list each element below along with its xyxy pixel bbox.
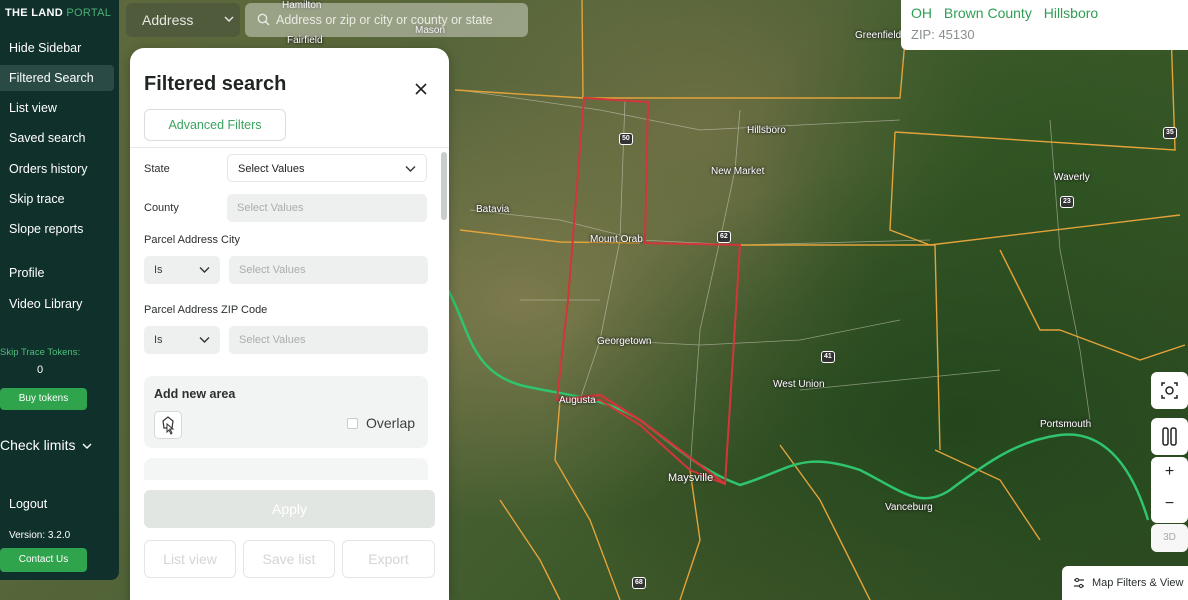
city-operator-select[interactable]: Is bbox=[144, 256, 220, 284]
buy-tokens-button[interactable]: Buy tokens bbox=[0, 388, 87, 410]
map-label: Greenfield bbox=[855, 30, 902, 41]
panel-scrollbar[interactable] bbox=[441, 152, 447, 220]
chevron-down-icon bbox=[199, 337, 210, 343]
panel-title: Filtered search bbox=[144, 73, 287, 95]
map-label: Batavia bbox=[476, 204, 510, 215]
zoom-in-button[interactable]: + bbox=[1151, 463, 1188, 481]
state-label: State bbox=[144, 163, 170, 175]
map-label: Maysville bbox=[668, 472, 714, 484]
search-mode-value: Address bbox=[142, 12, 194, 28]
save-list-button[interactable]: Save list bbox=[243, 540, 335, 578]
skip-trace-tokens-count: 0 bbox=[37, 364, 44, 376]
3d-toggle-button[interactable]: 3D bbox=[1151, 524, 1188, 552]
sidebar-item-profile[interactable]: Profile bbox=[0, 260, 114, 286]
sidebar-item-saved-search[interactable]: Saved search bbox=[0, 125, 114, 151]
sidebar-item-skip-trace[interactable]: Skip trace bbox=[0, 186, 114, 212]
logo-accent-text: PORTAL bbox=[66, 7, 112, 19]
chevron-down-icon bbox=[199, 267, 210, 273]
locate-button[interactable] bbox=[1151, 372, 1188, 409]
chevron-down-icon bbox=[224, 16, 234, 22]
contact-us-button[interactable]: Contact Us bbox=[0, 548, 87, 572]
county-label: County bbox=[144, 202, 179, 214]
3d-label: 3D bbox=[1163, 532, 1176, 543]
filtered-search-panel: Filtered search Advanced Filters State S… bbox=[130, 48, 449, 600]
state-select-value: Select Values bbox=[238, 163, 305, 175]
location-info-card: OH Brown County Hillsboro ZIP: 45130 bbox=[901, 0, 1188, 50]
apply-button[interactable]: Apply bbox=[144, 490, 435, 528]
version-text: Version: 3.2.0 bbox=[9, 530, 71, 541]
sidebar-item-hide-sidebar[interactable]: Hide Sidebar bbox=[0, 35, 114, 61]
draw-polygon-icon bbox=[162, 416, 175, 435]
divider bbox=[130, 147, 449, 148]
chevron-down-icon bbox=[82, 443, 92, 449]
map-label: Mount Orab bbox=[590, 234, 643, 245]
advanced-filters-button[interactable]: Advanced Filters bbox=[144, 109, 286, 141]
state-select[interactable]: Select Values bbox=[227, 154, 427, 182]
sidebar-item-video-library[interactable]: Video Library bbox=[0, 291, 114, 317]
city-value-select[interactable]: Select Values bbox=[229, 256, 428, 284]
sidebar-item-orders-history[interactable]: Orders history bbox=[0, 156, 114, 182]
search-placeholder: Address or zip or city or county or stat… bbox=[276, 13, 493, 27]
overlap-checkbox[interactable] bbox=[347, 418, 358, 429]
county-select[interactable]: Select Values bbox=[227, 194, 427, 222]
zoom-control: + − bbox=[1151, 457, 1188, 523]
check-limits-toggle[interactable]: Check limits bbox=[0, 437, 92, 453]
compare-button[interactable] bbox=[1151, 418, 1188, 455]
map-label: Vanceburg bbox=[885, 502, 933, 513]
highway-shield: 35 bbox=[1163, 127, 1177, 139]
location-zip: ZIP: 45130 bbox=[911, 27, 975, 42]
map-label: Waverly bbox=[1054, 172, 1090, 183]
zip-operator-value: Is bbox=[154, 334, 163, 346]
logout-button[interactable]: Logout bbox=[0, 491, 114, 517]
search-icon bbox=[257, 13, 270, 26]
map-filters-view-button[interactable]: Map Filters & View bbox=[1062, 566, 1188, 600]
highway-shield: 62 bbox=[717, 231, 731, 243]
sidebar-item-list-view[interactable]: List view bbox=[0, 95, 114, 121]
map-label: West Union bbox=[773, 379, 825, 390]
logo: THE LAND PORTAL bbox=[5, 7, 111, 19]
sidebar: THE LAND PORTAL Hide Sidebar Filtered Se… bbox=[0, 0, 119, 580]
chevron-down-icon bbox=[405, 166, 416, 172]
locate-icon bbox=[1161, 382, 1178, 399]
location-city[interactable]: Hillsboro bbox=[1044, 5, 1098, 21]
map-label: Portsmouth bbox=[1040, 419, 1092, 430]
add-area-section: Add new area Overlap bbox=[144, 376, 428, 448]
map-filters-label: Map Filters & View bbox=[1092, 577, 1184, 589]
highway-shield: 41 bbox=[821, 351, 835, 363]
sidebar-item-slope-reports[interactable]: Slope reports bbox=[0, 216, 114, 242]
sidebar-item-filtered-search[interactable]: Filtered Search bbox=[0, 65, 114, 91]
check-limits-label: Check limits bbox=[0, 437, 76, 453]
highway-shield: 23 bbox=[1060, 196, 1074, 208]
map-label: Hillsboro bbox=[747, 125, 786, 136]
map-label: New Market bbox=[711, 166, 765, 177]
map-label: Georgetown bbox=[597, 336, 652, 347]
city-operator-value: Is bbox=[154, 264, 163, 276]
map-label: Augusta bbox=[559, 395, 596, 406]
close-icon[interactable] bbox=[413, 81, 429, 97]
skip-trace-tokens-label: Skip Trace Tokens: bbox=[0, 347, 81, 358]
search-mode-select[interactable]: Address bbox=[126, 3, 240, 37]
sliders-icon bbox=[1074, 577, 1084, 589]
compare-icon bbox=[1162, 427, 1177, 446]
overlap-label: Overlap bbox=[366, 415, 416, 431]
city-label: Parcel Address City bbox=[144, 234, 240, 246]
list-view-button[interactable]: List view bbox=[144, 540, 236, 578]
search-input[interactable]: Address or zip or city or county or stat… bbox=[245, 3, 528, 37]
logo-text: THE LAND bbox=[5, 7, 64, 19]
location-county[interactable]: Brown County bbox=[944, 5, 1032, 21]
draw-area-button[interactable] bbox=[154, 411, 182, 439]
zip-value-select[interactable]: Select Values bbox=[229, 326, 428, 354]
zip-label: Parcel Address ZIP Code bbox=[144, 304, 268, 316]
zip-operator-select[interactable]: Is bbox=[144, 326, 220, 354]
collapsed-section bbox=[144, 458, 428, 480]
highway-shield: 50 bbox=[619, 133, 633, 145]
highway-shield: 68 bbox=[632, 577, 646, 589]
zoom-out-button[interactable]: − bbox=[1151, 495, 1188, 513]
add-area-title: Add new area bbox=[154, 387, 236, 401]
location-state[interactable]: OH bbox=[911, 5, 932, 21]
export-button[interactable]: Export bbox=[342, 540, 435, 578]
